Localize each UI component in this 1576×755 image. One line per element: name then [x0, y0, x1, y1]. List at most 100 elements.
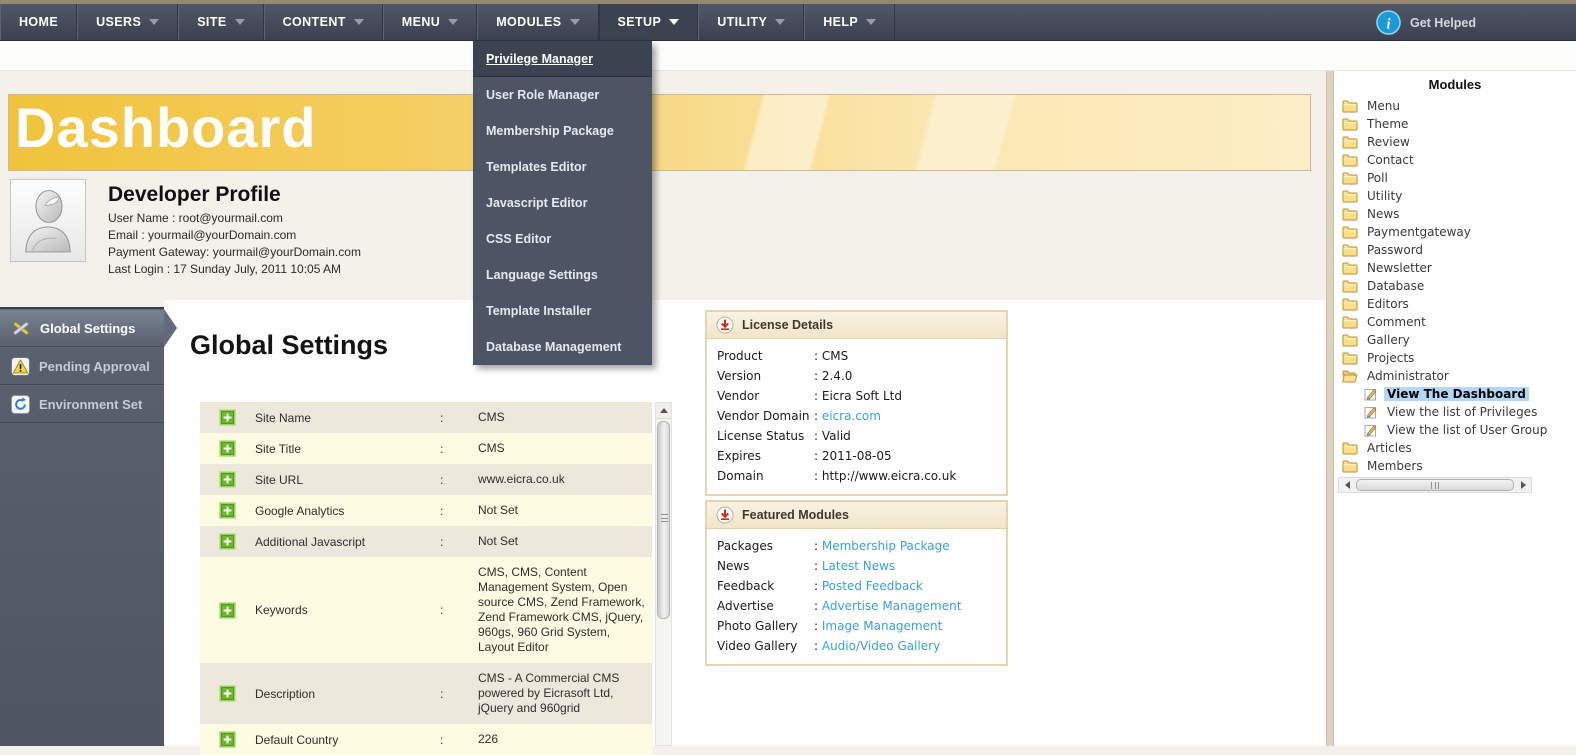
tree-item-label: View The Dashboard — [1384, 387, 1529, 401]
tree-item-utility[interactable]: Utility — [1338, 187, 1574, 205]
scroll-left-button[interactable] — [1339, 478, 1355, 492]
nav-item-users[interactable]: USERS — [77, 4, 178, 40]
setup-menu-item-membership-package[interactable]: Membership Package — [473, 113, 652, 149]
license-label: Domain — [717, 466, 814, 486]
chevron-down-icon — [448, 19, 458, 25]
setup-menu-item-templates-editor[interactable]: Templates Editor — [473, 149, 652, 185]
get-help-button[interactable]: i Get Helped — [1376, 4, 1476, 41]
edit-icon — [1364, 387, 1378, 401]
tree-item-poll[interactable]: Poll — [1338, 169, 1574, 187]
featured-module-label: News — [717, 556, 814, 576]
scroll-right-button[interactable] — [1515, 478, 1531, 492]
folder-icon — [1342, 244, 1358, 257]
nav-item-utility[interactable]: UTILITY — [698, 4, 804, 40]
license-row: Domain: http://www.eicra.co.uk — [717, 466, 996, 486]
tree-item-password[interactable]: Password — [1338, 241, 1574, 259]
expand-row-button[interactable] — [200, 731, 255, 748]
tree-item-contact[interactable]: Contact — [1338, 151, 1574, 169]
modules-horizontal-scrollbar[interactable] — [1338, 477, 1532, 493]
license-value-text: http://www.eicra.co.uk — [822, 469, 956, 483]
settings-row-site-url: Site URL:www.eicra.co.uk — [200, 464, 652, 495]
settings-row-keywords: Keywords:CMS, CMS, Content Management Sy… — [200, 557, 652, 663]
featured-module-link[interactable]: Audio/Video Gallery — [822, 639, 940, 653]
expand-row-button[interactable] — [200, 409, 255, 426]
tree-item-view-the-list-of-user-group[interactable]: View the list of User Group — [1338, 421, 1574, 439]
tree-item-label: Paymentgateway — [1364, 225, 1474, 239]
featured-module-link[interactable]: Posted Feedback — [822, 579, 923, 593]
expand-row-button[interactable] — [200, 440, 255, 457]
featured-module-value: : Posted Feedback — [814, 576, 923, 596]
featured-module-link[interactable]: Latest News — [822, 559, 895, 573]
setting-value: CMS - A Commercial CMS powered by Eicras… — [478, 663, 652, 724]
sidebar-tab-global-settings[interactable]: Global Settings — [0, 309, 164, 347]
license-value: : 2.4.0 — [814, 366, 852, 386]
tree-item-view-the-dashboard[interactable]: View The Dashboard — [1338, 385, 1574, 403]
nav-item-label: HOME — [19, 15, 58, 29]
featured-module-link[interactable]: Advertise Management — [822, 599, 962, 613]
tree-item-menu[interactable]: Menu — [1338, 97, 1574, 115]
tree-item-news[interactable]: News — [1338, 205, 1574, 223]
nav-item-home[interactable]: HOME — [0, 4, 77, 40]
tree-item-administrator[interactable]: Administrator — [1338, 367, 1574, 385]
nav-item-content[interactable]: CONTENT — [264, 4, 383, 40]
chevron-down-icon — [775, 19, 785, 25]
tree-item-projects[interactable]: Projects — [1338, 349, 1574, 367]
download-icon — [716, 506, 734, 524]
featured-module-link[interactable]: Image Management — [822, 619, 942, 633]
tree-item-members[interactable]: Members — [1338, 457, 1574, 475]
tree-item-theme[interactable]: Theme — [1338, 115, 1574, 133]
license-value-text: 2011-08-05 — [822, 449, 892, 463]
horizontal-scroll-thumb[interactable] — [1356, 479, 1514, 491]
license-row: Vendor: Eicra Soft Ltd — [717, 386, 996, 406]
setup-menu-item-template-installer[interactable]: Template Installer — [473, 293, 652, 329]
folder-icon — [1342, 460, 1358, 473]
sidebar-tab-environment-set[interactable]: Environment Set — [0, 385, 164, 423]
tree-item-newsletter[interactable]: Newsletter — [1338, 259, 1574, 277]
sidebar-tab-pending-approval[interactable]: Pending Approval — [0, 347, 164, 385]
nav-item-help[interactable]: HELP — [804, 4, 895, 40]
featured-module-row: News: Latest News — [717, 556, 996, 576]
chevron-down-icon — [149, 19, 159, 25]
expand-row-button[interactable] — [200, 502, 255, 519]
setup-menu-item-language-settings[interactable]: Language Settings — [473, 257, 652, 293]
tree-item-view-the-list-of-privileges[interactable]: View the list of Privileges — [1338, 403, 1574, 421]
nav-item-site[interactable]: SITE — [178, 4, 263, 40]
tree-item-database[interactable]: Database — [1338, 277, 1574, 295]
plus-icon — [219, 409, 236, 426]
nav-item-menu[interactable]: MENU — [383, 4, 477, 40]
featured-module-link[interactable]: Membership Package — [822, 539, 950, 553]
vertical-scroll-thumb[interactable] — [657, 421, 670, 619]
setting-value: www.eicra.co.uk — [478, 464, 652, 495]
setup-menu-item-privilege-manager[interactable]: Privilege Manager — [473, 41, 652, 77]
nav-item-setup[interactable]: SETUP — [599, 4, 699, 40]
tree-item-comment[interactable]: Comment — [1338, 313, 1574, 331]
tree-item-label: Password — [1364, 243, 1426, 257]
sidebar-tab-label: Pending Approval — [39, 359, 150, 374]
tree-item-articles[interactable]: Articles — [1338, 439, 1574, 457]
license-row: Vendor Domain: eicra.com — [717, 406, 996, 426]
setup-menu-item-css-editor[interactable]: CSS Editor — [473, 221, 652, 257]
license-label: Vendor — [717, 386, 814, 406]
colon-separator: : — [440, 733, 478, 747]
tree-item-review[interactable]: Review — [1338, 133, 1574, 151]
tree-item-editors[interactable]: Editors — [1338, 295, 1574, 313]
expand-row-button[interactable] — [200, 685, 255, 702]
profile-detail-line: User Name : root@yourmail.com — [108, 210, 361, 227]
license-label: Product — [717, 346, 814, 366]
tree-item-label: Database — [1364, 279, 1427, 293]
setting-label: Site Name — [255, 411, 440, 425]
settings-row-default-country: Default Country:226 — [200, 724, 652, 755]
setup-menu-item-javascript-editor[interactable]: Javascript Editor — [473, 185, 652, 221]
tree-item-gallery[interactable]: Gallery — [1338, 331, 1574, 349]
scroll-up-button[interactable] — [656, 403, 671, 419]
expand-row-button[interactable] — [200, 471, 255, 488]
settings-vertical-scrollbar[interactable] — [655, 402, 672, 746]
expand-row-button[interactable] — [200, 533, 255, 550]
tree-item-paymentgateway[interactable]: Paymentgateway — [1338, 223, 1574, 241]
license-link[interactable]: eicra.com — [822, 409, 881, 423]
nav-item-modules[interactable]: MODULES — [477, 4, 598, 40]
featured-module-label: Video Gallery — [717, 636, 814, 656]
setup-menu-item-database-management[interactable]: Database Management — [473, 329, 652, 365]
expand-row-button[interactable] — [200, 602, 255, 619]
setup-menu-item-user-role-manager[interactable]: User Role Manager — [473, 77, 652, 113]
